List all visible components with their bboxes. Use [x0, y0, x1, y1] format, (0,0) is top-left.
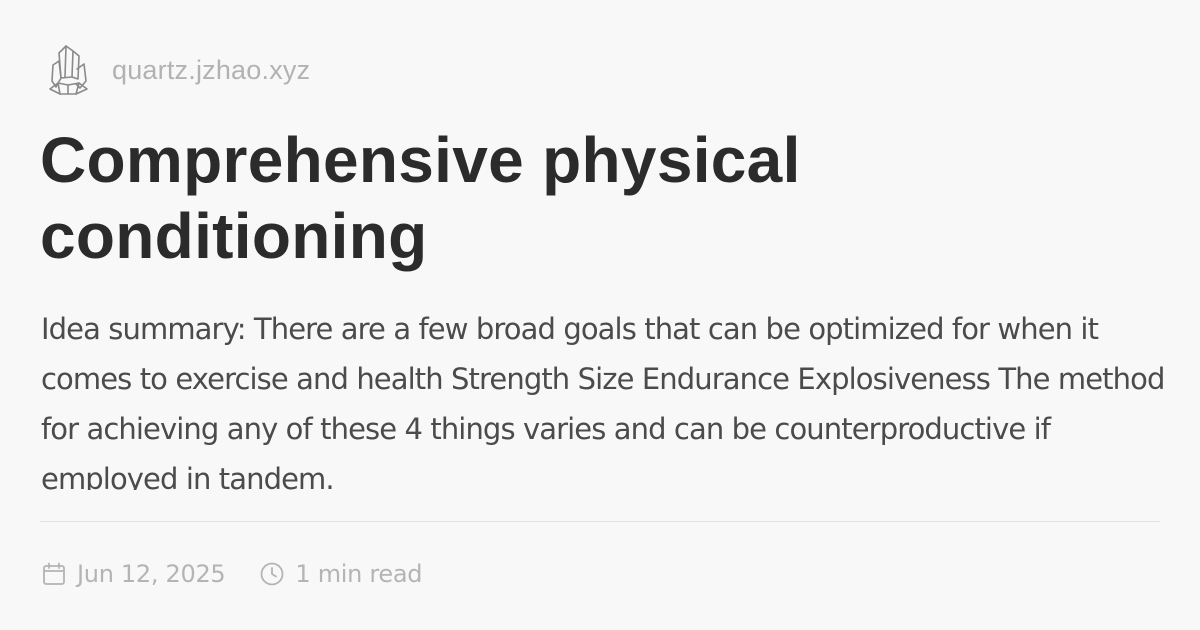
article-meta: Jun 12, 2025 1 min read [41, 558, 423, 590]
publish-date: Jun 12, 2025 [77, 560, 226, 588]
page-title: Comprehensive physical conditioning [40, 124, 801, 272]
reading-time: 1 min read [295, 560, 423, 588]
site-header: quartz.jzhao.xyz [46, 40, 310, 100]
divider [40, 521, 1160, 522]
clock-icon [261, 562, 284, 586]
calendar-icon [43, 562, 65, 585]
crystal-quartz-icon[interactable] [46, 43, 90, 97]
site-name[interactable]: quartz.jzhao.xyz [112, 55, 310, 86]
article-summary: Idea summary: There are a few broad goal… [41, 312, 1165, 490]
